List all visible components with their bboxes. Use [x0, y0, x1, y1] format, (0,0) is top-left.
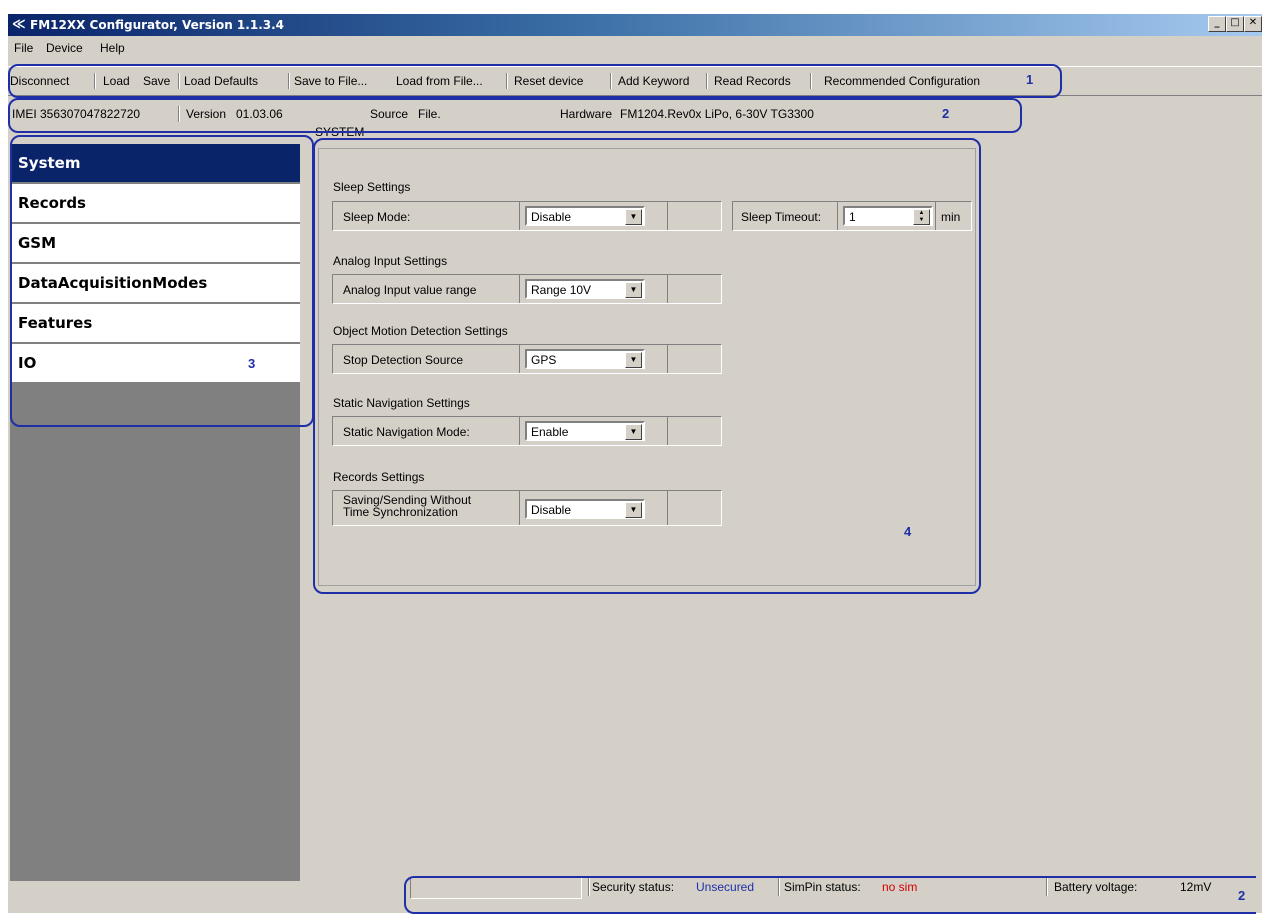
- annotation-number: 4: [904, 524, 912, 539]
- minimize-button[interactable]: _: [1208, 16, 1226, 32]
- satellite-icon: ≪: [12, 17, 26, 32]
- window-controls: _ □ ✕: [1208, 16, 1262, 32]
- annotation-frame-nav: [10, 135, 314, 427]
- annotation-number: 1: [1026, 72, 1034, 87]
- menu-file[interactable]: File: [14, 41, 33, 55]
- annotation-number: 2: [942, 106, 950, 121]
- annotation-frame-infobar: [8, 98, 1022, 133]
- close-button[interactable]: ✕: [1244, 16, 1262, 32]
- menu-bar: File Device Help: [8, 38, 1262, 58]
- menu-help[interactable]: Help: [100, 41, 125, 55]
- window-title: FM12XX Configurator, Version 1.1.3.4: [30, 18, 285, 32]
- annotation-frame-toolbar: [8, 64, 1062, 98]
- maximize-button[interactable]: □: [1226, 16, 1244, 32]
- annotation-frame-content: [313, 138, 981, 594]
- menu-device[interactable]: Device: [46, 41, 83, 55]
- annotation-frame-statusbar: [404, 876, 1256, 914]
- annotation-number: 2: [1238, 888, 1246, 903]
- annotation-number: 3: [248, 356, 256, 371]
- title-bar[interactable]: ≪ FM12XX Configurator, Version 1.1.3.4 _…: [8, 14, 1262, 36]
